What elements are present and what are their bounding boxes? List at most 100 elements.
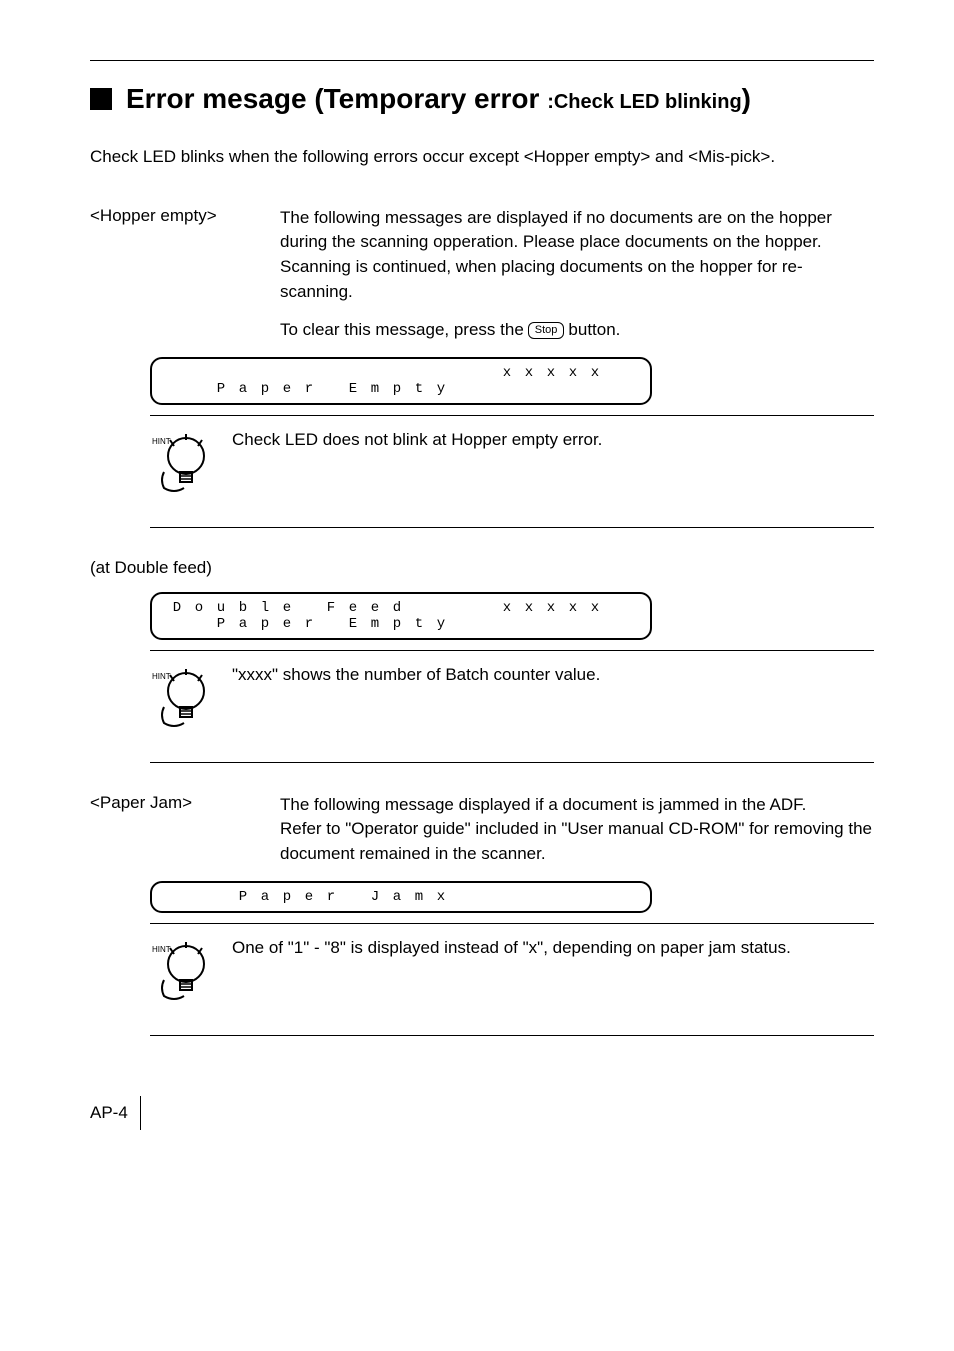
- lcd-cell: [408, 600, 430, 616]
- lcd-cell: [430, 365, 452, 381]
- lcd-cell: [562, 616, 584, 632]
- paper-jam-desc2: Refer to "Operator guide" included in "U…: [280, 817, 874, 866]
- lcd-cell: [276, 365, 298, 381]
- lcd-cell: a: [386, 889, 408, 905]
- lcd-cell: t: [408, 381, 430, 397]
- lcd-cell: [188, 616, 210, 632]
- lcd-cell: a: [254, 889, 276, 905]
- title-sub: :Check LED blinking: [547, 91, 741, 113]
- stop-button-icon: Stop: [528, 322, 565, 339]
- lcd-cell: b: [232, 600, 254, 616]
- lcd-cell: [518, 381, 540, 397]
- lcd-cell: [342, 365, 364, 381]
- lcd-cell: x: [430, 889, 452, 905]
- hint-hopper: HINT Check LED does not blink at Hopper …: [150, 415, 874, 528]
- lcd-cell: p: [254, 381, 276, 397]
- page-number: AP-4: [90, 1103, 128, 1123]
- lcd-cell: D: [166, 600, 188, 616]
- lcd-cell: x: [496, 365, 518, 381]
- lcd-cell: [474, 616, 496, 632]
- lcd-cell: [320, 381, 342, 397]
- hint-double: HINT "xxxx" shows the number of Batch co…: [150, 650, 874, 763]
- lcd-cell: [562, 381, 584, 397]
- lcd-cell: [540, 616, 562, 632]
- lcd-cell: x: [584, 365, 606, 381]
- lcd-cell: [452, 889, 474, 905]
- lcd-cell: [540, 889, 562, 905]
- hint-double-text: "xxxx" shows the number of Batch counter…: [232, 663, 600, 688]
- lcd-cell: [496, 889, 518, 905]
- svg-text:HINT: HINT: [152, 945, 171, 954]
- lcd-cell: [430, 600, 452, 616]
- paper-jam-desc1: The following message displayed if a doc…: [280, 793, 874, 818]
- lcd-cell: e: [298, 889, 320, 905]
- section-title: Error mesage (Temporary error :Check LED…: [90, 83, 874, 115]
- svg-text:HINT: HINT: [152, 672, 171, 681]
- lcd-cell: m: [364, 616, 386, 632]
- lcd-cell: e: [276, 600, 298, 616]
- lcd-cell: [298, 365, 320, 381]
- lcd-cell: p: [386, 616, 408, 632]
- lcd-cell: u: [210, 600, 232, 616]
- lcd-cell: [166, 616, 188, 632]
- lcd-cell: a: [232, 616, 254, 632]
- intro-text: Check LED blinks when the following erro…: [90, 145, 874, 170]
- lcd-cell: p: [276, 889, 298, 905]
- lcd-cell: [254, 365, 276, 381]
- page-footer: AP-4: [90, 1096, 874, 1130]
- lcd-cell: x: [496, 600, 518, 616]
- lcd-cell: [452, 600, 474, 616]
- lcd-cell: [518, 616, 540, 632]
- lcd-cell: [232, 365, 254, 381]
- lcd-cell: P: [210, 616, 232, 632]
- lcd-cell: [188, 365, 210, 381]
- lcd-hopper-empty: xxxxx PaperEmpty: [150, 357, 652, 405]
- lcd-cell: [584, 889, 606, 905]
- hopper-empty-desc: The following messages are displayed if …: [280, 206, 874, 305]
- lcd-cell: [474, 889, 496, 905]
- double-feed-label: (at Double feed): [90, 558, 280, 578]
- hint-bulb-icon: HINT: [150, 661, 210, 736]
- lcd-cell: e: [342, 600, 364, 616]
- lcd-cell: x: [540, 365, 562, 381]
- lcd-cell: [210, 365, 232, 381]
- lcd-cell: [188, 889, 210, 905]
- lcd-cell: e: [364, 600, 386, 616]
- lcd-cell: x: [540, 600, 562, 616]
- lcd-double-feed: DoubleFeedxxxxx PaperEmpty: [150, 592, 652, 640]
- clear-msg-pre: To clear this message, press the: [280, 318, 524, 343]
- lcd-cell: r: [298, 616, 320, 632]
- lcd-paper-jam: PaperJamx: [150, 881, 652, 913]
- lcd-cell: [408, 365, 430, 381]
- lcd-cell: J: [364, 889, 386, 905]
- lcd-cell: [166, 365, 188, 381]
- lcd-cell: r: [298, 381, 320, 397]
- lcd-cell: [452, 381, 474, 397]
- lcd-cell: [474, 365, 496, 381]
- clear-msg-post: button.: [568, 318, 620, 343]
- lcd-cell: E: [342, 616, 364, 632]
- lcd-cell: P: [210, 381, 232, 397]
- lcd-cell: [320, 365, 342, 381]
- title-end: ): [742, 83, 751, 114]
- lcd-cell: [188, 381, 210, 397]
- lcd-cell: [584, 616, 606, 632]
- horizontal-rule: [90, 60, 874, 61]
- lcd-cell: d: [386, 600, 408, 616]
- lcd-cell: x: [562, 365, 584, 381]
- lcd-cell: [364, 365, 386, 381]
- lcd-cell: x: [518, 365, 540, 381]
- lcd-cell: m: [364, 381, 386, 397]
- hint-jam-text: One of "1" - "8" is displayed instead of…: [232, 936, 791, 961]
- paper-jam-label: <Paper Jam>: [90, 793, 280, 867]
- bullet-square-icon: [90, 88, 112, 110]
- footer-divider: [140, 1096, 141, 1130]
- lcd-cell: [584, 381, 606, 397]
- hint-jam: HINT One of "1" - "8" is displayed inste…: [150, 923, 874, 1036]
- lcd-cell: [298, 600, 320, 616]
- lcd-cell: l: [254, 600, 276, 616]
- lcd-cell: F: [320, 600, 342, 616]
- lcd-cell: t: [408, 616, 430, 632]
- lcd-cell: [496, 381, 518, 397]
- lcd-cell: [210, 889, 232, 905]
